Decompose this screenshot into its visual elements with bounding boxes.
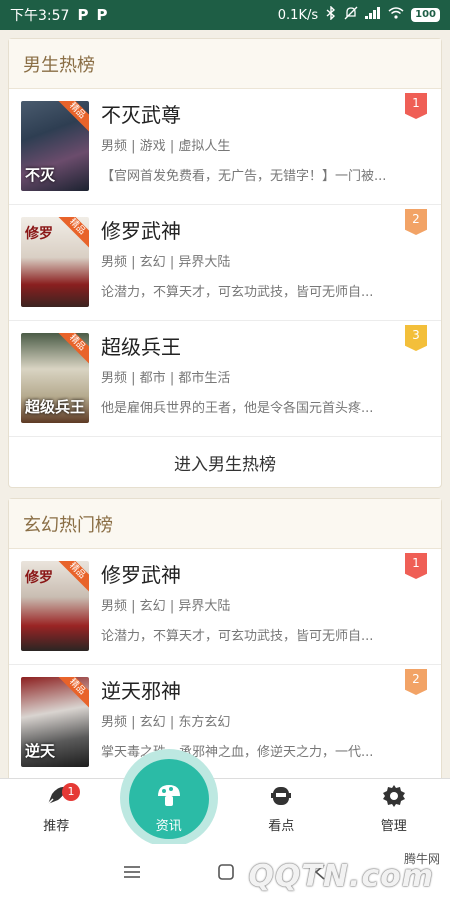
rank-badge: 2 <box>405 209 427 235</box>
ranking-list: 男生热榜 精品 不灭 不灭武尊 男频 | 游戏 | 虚拟人生 【官网首发免费看，… <box>0 30 450 778</box>
mushroom-icon <box>156 783 182 809</box>
book-cover[interactable]: 精品 不灭 <box>21 101 89 191</box>
network-speed: 0.1K/s <box>277 7 319 23</box>
watermark-logo: QQTN.com <box>248 859 434 894</box>
book-meta: 男频 | 游戏 | 虚拟人生 <box>101 139 231 154</box>
signal-icon <box>365 7 381 23</box>
gear-icon <box>381 783 407 809</box>
tab-label: 推荐 <box>43 819 70 834</box>
book-category: 游戏 <box>139 139 166 154</box>
book-gender: 男频 <box>101 599 128 614</box>
book-subcategory: 异界大陆 <box>178 255 231 270</box>
premium-tag: 精品 <box>54 677 89 710</box>
menu-icon[interactable] <box>122 862 142 882</box>
premium-tag: 精品 <box>54 101 89 134</box>
cover-title: 修罗 <box>25 570 53 586</box>
rank-badge: 3 <box>405 325 427 351</box>
book-cover[interactable]: 精品 逆天 <box>21 677 89 767</box>
parking-icon: P <box>77 6 89 24</box>
book-category: 都市 <box>139 371 166 386</box>
book-description: 论潜力，不算天才，可玄功武技，皆可无师自... <box>101 285 374 300</box>
parking-icon: P <box>96 6 108 24</box>
cover-title: 超级兵王 <box>25 398 86 416</box>
system-nav-bar: 腾牛网 QQTN.com <box>0 844 450 900</box>
view-more-button[interactable]: 进入男生热榜 <box>9 437 441 487</box>
book-subcategory: 东方玄幻 <box>178 715 231 730</box>
book-gender: 男频 <box>101 255 128 270</box>
rank-badge: 1 <box>405 93 427 119</box>
book-item[interactable]: 精品 修罗 修罗武神 男频 | 玄幻 | 异界大陆 论潜力，不算天才，可玄功武技… <box>9 205 441 321</box>
book-description: 他是雇佣兵世界的王者，他是令各国元首头疼... <box>101 401 374 416</box>
cover-title: 不灭 <box>25 166 56 184</box>
wifi-icon <box>388 7 404 23</box>
premium-tag: 精品 <box>54 333 89 366</box>
book-category: 玄幻 <box>139 715 166 730</box>
book-meta: 男频 | 玄幻 | 异界大陆 <box>101 599 231 614</box>
tab-news[interactable]: 资讯 <box>113 779 226 844</box>
notification-badge: 1 <box>62 783 80 801</box>
section-fantasy-hot: 玄幻热门榜 精品 修罗 修罗武神 男频 | 玄幻 | 异界大陆 论潜力，不算天才… <box>8 498 442 778</box>
book-cover[interactable]: 精品 修罗 <box>21 561 89 651</box>
section-title: 玄幻热门榜 <box>9 499 441 549</box>
watermark: 腾牛网 QQTN.com <box>234 848 444 898</box>
tab-label: 看点 <box>268 819 295 834</box>
cover-title: 修罗 <box>25 226 53 242</box>
book-description: 【官网首发免费看，无广告，无错字！】一门被... <box>101 169 387 184</box>
mute-icon <box>344 6 358 24</box>
book-gender: 男频 <box>101 715 128 730</box>
premium-tag: 精品 <box>54 561 89 594</box>
home-icon[interactable] <box>216 862 236 882</box>
book-gender: 男频 <box>101 371 128 386</box>
tab-recommend[interactable]: 推荐 1 <box>0 779 113 844</box>
book-category: 玄幻 <box>139 255 166 270</box>
book-meta: 男频 | 玄幻 | 东方玄幻 <box>101 715 231 730</box>
book-subcategory: 异界大陆 <box>178 599 231 614</box>
book-subcategory: 都市生活 <box>178 371 231 386</box>
book-item[interactable]: 精品 逆天 逆天邪神 男频 | 玄幻 | 东方玄幻 掌天毒之珠，承邪神之血，修逆… <box>9 665 441 778</box>
robot-icon <box>268 783 294 809</box>
book-cover[interactable]: 精品 修罗 <box>21 217 89 307</box>
cover-title: 逆天 <box>25 742 56 760</box>
tab-manage[interactable]: 管理 <box>338 779 450 844</box>
rank-badge: 1 <box>405 553 427 579</box>
book-description: 论潜力，不算天才，可玄功武技，皆可无师自... <box>101 629 374 644</box>
book-item[interactable]: 精品 修罗 修罗武神 男频 | 玄幻 | 异界大陆 论潜力，不算天才，可玄功武技… <box>9 549 441 665</box>
book-title[interactable]: 修罗武神 <box>101 561 395 589</box>
tab-highlights[interactable]: 看点 <box>225 779 338 844</box>
bluetooth-icon <box>325 5 337 24</box>
book-title[interactable]: 修罗武神 <box>101 217 395 245</box>
book-category: 玄幻 <box>139 599 166 614</box>
book-meta: 男频 | 玄幻 | 异界大陆 <box>101 255 231 270</box>
book-cover[interactable]: 精品 超级兵王 <box>21 333 89 423</box>
section-male-hot: 男生热榜 精品 不灭 不灭武尊 男频 | 游戏 | 虚拟人生 【官网首发免费看，… <box>8 38 442 488</box>
book-item[interactable]: 精品 不灭 不灭武尊 男频 | 游戏 | 虚拟人生 【官网首发免费看，无广告，无… <box>9 89 441 205</box>
tab-label: 资讯 <box>155 819 182 834</box>
book-title[interactable]: 逆天邪神 <box>101 677 395 705</box>
rank-badge: 2 <box>405 669 427 695</box>
tab-label: 管理 <box>380 819 407 834</box>
book-title[interactable]: 超级兵王 <box>101 333 395 361</box>
book-item[interactable]: 精品 超级兵王 超级兵王 男频 | 都市 | 都市生活 他是雇佣兵世界的王者，他… <box>9 321 441 437</box>
premium-tag: 精品 <box>54 217 89 250</box>
book-subcategory: 虚拟人生 <box>178 139 231 154</box>
status-bar: 下午3:57 P P 0.1K/s 100 <box>0 0 450 30</box>
battery-icon: 100 <box>411 8 440 22</box>
bottom-tab-bar: 推荐 1 资讯 看点 管理 <box>0 778 450 844</box>
status-time: 下午3:57 <box>10 8 70 24</box>
book-title[interactable]: 不灭武尊 <box>101 101 395 129</box>
book-gender: 男频 <box>101 139 128 154</box>
section-title: 男生热榜 <box>9 39 441 89</box>
book-meta: 男频 | 都市 | 都市生活 <box>101 371 231 386</box>
